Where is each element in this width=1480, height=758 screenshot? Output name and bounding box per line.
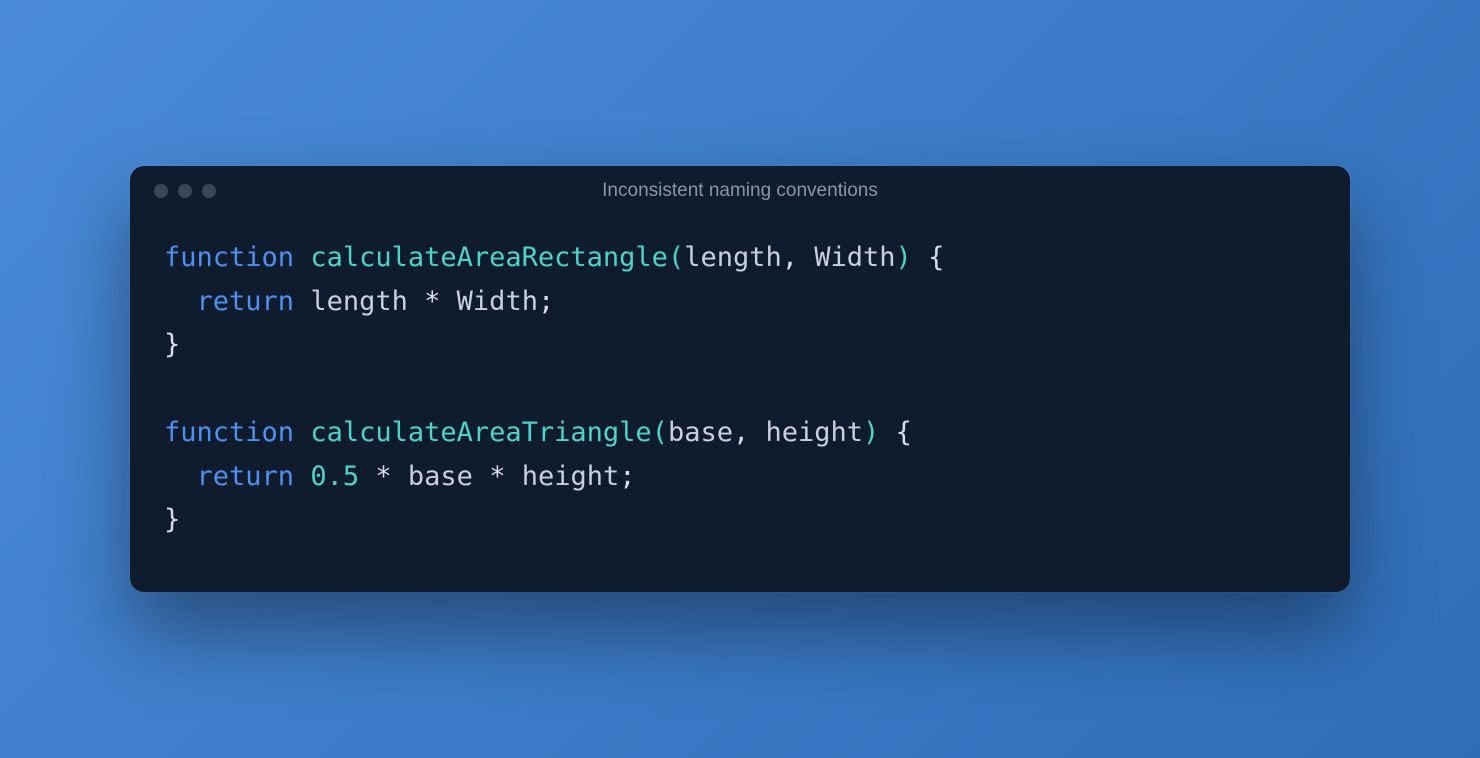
code-token [294,286,310,317]
code-token: base [668,417,733,448]
code-line: } [164,323,1316,367]
code-token: ; [538,286,554,317]
code-token [164,461,197,492]
code-token: { [928,242,944,273]
close-icon[interactable] [154,184,168,198]
code-line: } [164,498,1316,542]
code-token [294,461,310,492]
code-token: ( [652,417,668,448]
code-token: calculateAreaTriangle [310,417,651,448]
code-token: ; [619,461,635,492]
code-token: function [164,417,294,448]
code-token: length [310,286,408,317]
code-token [164,286,197,317]
code-token [505,461,521,492]
code-token: * [424,286,440,317]
code-token: ( [668,242,684,273]
code-token: Width [814,242,895,273]
code-token [473,461,489,492]
code-token [912,242,928,273]
code-token: Width [457,286,538,317]
code-token: calculateAreaRectangle [310,242,668,273]
maximize-icon[interactable] [202,184,216,198]
code-token: return [197,461,295,492]
code-token [408,286,424,317]
code-token: { [896,417,912,448]
code-token: height [766,417,864,448]
code-token [294,417,310,448]
code-token: height [522,461,620,492]
code-line [164,367,1316,411]
code-token [879,417,895,448]
window-title: Inconsistent naming conventions [130,180,1350,202]
traffic-lights [154,184,216,198]
minimize-icon[interactable] [178,184,192,198]
code-token [294,242,310,273]
code-line: return 0.5 * base * height; [164,455,1316,499]
code-token: } [164,329,180,360]
code-token: base [408,461,473,492]
code-token: } [164,504,180,535]
code-token: * [489,461,505,492]
code-token [359,461,375,492]
code-token: 0.5 [310,461,359,492]
code-token [440,286,456,317]
code-token: , [733,417,766,448]
code-token: return [197,286,295,317]
code-token: * [375,461,391,492]
code-line: function calculateAreaTriangle(base, hei… [164,411,1316,455]
titlebar: Inconsistent naming conventions [130,166,1350,206]
code-block: function calculateAreaRectangle(length, … [130,206,1350,592]
code-window: Inconsistent naming conventions function… [130,166,1350,592]
code-token: , [782,242,815,273]
code-line: return length * Width; [164,280,1316,324]
code-token: length [684,242,782,273]
code-token [392,461,408,492]
code-line: function calculateAreaRectangle(length, … [164,236,1316,280]
code-token: function [164,242,294,273]
code-token: ) [863,417,879,448]
code-token: ) [896,242,912,273]
